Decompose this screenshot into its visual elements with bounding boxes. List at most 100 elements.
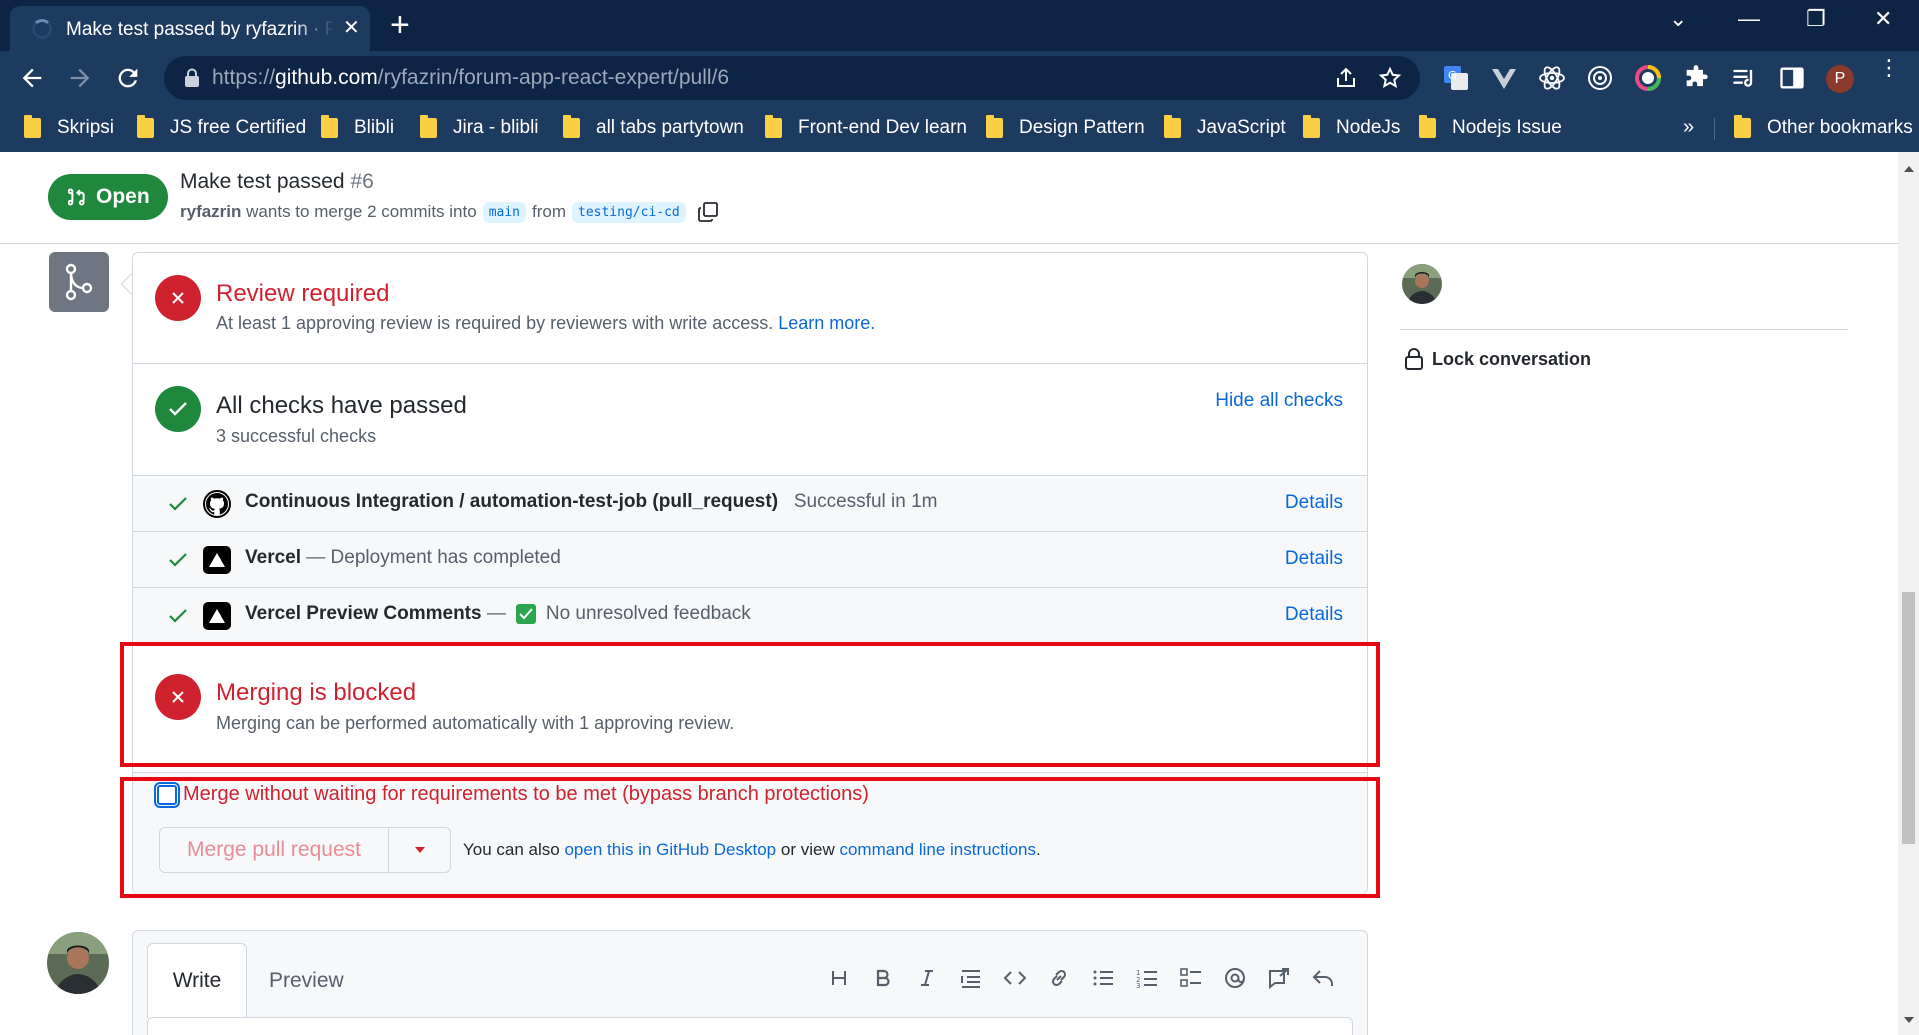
git-merge-icon bbox=[65, 263, 93, 301]
lock-conversation-button[interactable]: Lock conversation bbox=[1404, 348, 1591, 370]
heading-icon[interactable] bbox=[825, 964, 853, 992]
pr-state-badge: Open bbox=[48, 174, 168, 220]
scrollbar-thumb[interactable] bbox=[1902, 592, 1915, 844]
tab-preview[interactable]: Preview bbox=[269, 943, 344, 1018]
bookmark-folder[interactable]: Nodejs Issue bbox=[1419, 114, 1562, 142]
vue-devtools-icon[interactable] bbox=[1490, 64, 1518, 92]
hide-all-checks-link[interactable]: Hide all checks bbox=[1215, 390, 1343, 412]
loading-icon bbox=[32, 19, 52, 39]
forward-button[interactable] bbox=[66, 64, 94, 92]
link-icon[interactable] bbox=[1045, 964, 1073, 992]
tab-search-icon[interactable]: ⌄ bbox=[1669, 8, 1687, 30]
svg-text:G: G bbox=[1448, 69, 1457, 82]
bookmark-folder[interactable]: Design Pattern bbox=[986, 114, 1145, 142]
address-bar[interactable]: https://github.com/ryfazrin/forum-app-re… bbox=[164, 56, 1420, 100]
scroll-up-arrow-icon[interactable] bbox=[1904, 166, 1914, 172]
browser-tab[interactable]: Make test passed by ryfazrin · Pull Requ… bbox=[10, 6, 370, 51]
check-details-link[interactable]: Details bbox=[1285, 492, 1343, 514]
comment-textarea[interactable] bbox=[147, 1017, 1353, 1035]
bookmark-folder[interactable]: Front-end Dev learn bbox=[765, 114, 967, 142]
new-tab-button[interactable]: + bbox=[390, 8, 410, 42]
participant-avatar[interactable] bbox=[1402, 264, 1442, 304]
scroll-down-arrow-icon[interactable] bbox=[1904, 1017, 1914, 1023]
sidebar-divider bbox=[1400, 329, 1848, 330]
bookmark-divider bbox=[1714, 118, 1715, 140]
cross-reference-icon[interactable] bbox=[1265, 964, 1293, 992]
more-bookmarks-chevron-icon[interactable]: » bbox=[1683, 116, 1694, 139]
pr-title: Make test passed #6 bbox=[180, 170, 374, 193]
markdown-toolbar: 123 bbox=[825, 964, 1337, 992]
browser-menu-icon[interactable]: ⋮ bbox=[1878, 57, 1900, 79]
media-controls-icon[interactable] bbox=[1730, 64, 1758, 92]
mention-icon[interactable] bbox=[1221, 964, 1249, 992]
pr-state-label: Open bbox=[96, 185, 150, 208]
unordered-list-icon[interactable] bbox=[1089, 964, 1117, 992]
bookmark-folder[interactable]: JavaScript bbox=[1164, 114, 1286, 142]
bookmark-star-icon[interactable] bbox=[1378, 66, 1402, 90]
bookmark-folder[interactable]: Blibli bbox=[321, 114, 394, 142]
learn-more-link[interactable]: Learn more. bbox=[778, 313, 875, 333]
head-branch-label[interactable]: testing/ci-cd bbox=[572, 201, 686, 223]
base-branch-label[interactable]: main bbox=[482, 201, 526, 223]
reload-button[interactable] bbox=[114, 64, 142, 92]
tab-write[interactable]: Write bbox=[147, 943, 247, 1018]
pr-header: Open Make test passed #6 ryfazrin wants … bbox=[0, 152, 1898, 244]
pr-number: #6 bbox=[350, 170, 374, 193]
bookmarks-bar: Skripsi JS free Certified Blibli Jira - … bbox=[0, 104, 1919, 152]
extensions-puzzle-icon[interactable] bbox=[1682, 64, 1710, 92]
task-list-icon[interactable] bbox=[1177, 964, 1205, 992]
side-panel-icon[interactable] bbox=[1778, 64, 1806, 92]
code-icon[interactable] bbox=[1001, 964, 1029, 992]
check-details-link[interactable]: Details bbox=[1285, 604, 1343, 626]
pr-author-link[interactable]: ryfazrin bbox=[180, 202, 241, 222]
copy-icon[interactable] bbox=[696, 200, 720, 224]
saved-reply-icon[interactable] bbox=[1309, 964, 1337, 992]
page-scrollbar[interactable] bbox=[1898, 152, 1919, 1035]
check-label: Vercel Preview Comments — No unresolved f… bbox=[245, 603, 751, 624]
lock-icon[interactable] bbox=[184, 68, 200, 88]
url-text[interactable]: https://github.com/ryfazrin/forum-app-re… bbox=[212, 66, 729, 90]
pr-meta: ryfazrin wants to merge 2 commits into m… bbox=[180, 200, 720, 224]
highlight-box-bypass bbox=[120, 777, 1380, 898]
folder-icon bbox=[1303, 115, 1320, 138]
color-picker-icon[interactable] bbox=[1634, 64, 1662, 92]
other-bookmarks-folder[interactable]: Other bookmarks bbox=[1734, 114, 1913, 142]
close-window-button[interactable]: ✕ bbox=[1874, 8, 1892, 30]
bookmark-folder[interactable]: all tabs partytown bbox=[563, 114, 744, 142]
folder-icon bbox=[563, 115, 580, 138]
vercel-logo-icon bbox=[203, 546, 231, 574]
google-translate-icon[interactable]: G bbox=[1442, 64, 1470, 92]
react-devtools-icon[interactable] bbox=[1538, 64, 1566, 92]
checks-desc: 3 successful checks bbox=[216, 426, 377, 446]
review-required-desc: At least 1 approving review is required … bbox=[216, 313, 876, 333]
back-button[interactable] bbox=[18, 64, 46, 92]
share-icon[interactable] bbox=[1334, 66, 1358, 90]
profile-avatar[interactable]: P bbox=[1826, 65, 1854, 93]
review-required-section: Review required At least 1 approving rev… bbox=[133, 253, 1367, 364]
avatar[interactable] bbox=[47, 932, 109, 994]
merge-status-icon-box bbox=[49, 252, 109, 312]
folder-icon bbox=[1164, 115, 1181, 138]
restore-button[interactable]: ❐ bbox=[1806, 8, 1826, 30]
github-pr-page: Open Make test passed #6 ryfazrin wants … bbox=[0, 152, 1898, 1035]
close-tab-icon[interactable]: ✕ bbox=[343, 18, 360, 38]
bold-icon[interactable] bbox=[869, 964, 897, 992]
folder-icon bbox=[1734, 115, 1751, 138]
ordered-list-icon[interactable]: 123 bbox=[1133, 964, 1161, 992]
folder-icon bbox=[765, 115, 782, 138]
folder-icon bbox=[24, 115, 41, 138]
check-label: Vercel — Deployment has completed bbox=[245, 547, 561, 568]
github-logo-icon bbox=[203, 490, 231, 518]
bookmark-folder[interactable]: JS free Certified bbox=[137, 114, 306, 142]
check-details-link[interactable]: Details bbox=[1285, 548, 1343, 570]
bookmark-folder[interactable]: Skripsi bbox=[24, 114, 114, 142]
quote-icon[interactable] bbox=[957, 964, 985, 992]
italic-icon[interactable] bbox=[913, 964, 941, 992]
bookmark-folder[interactable]: Jira - blibli bbox=[420, 114, 539, 142]
review-required-title: Review required bbox=[216, 280, 390, 307]
check-circle-icon bbox=[155, 386, 201, 432]
target-extension-icon[interactable] bbox=[1586, 64, 1614, 92]
bookmark-folder[interactable]: NodeJs bbox=[1303, 114, 1400, 142]
minimize-button[interactable]: — bbox=[1738, 8, 1760, 30]
folder-icon bbox=[1419, 115, 1436, 138]
